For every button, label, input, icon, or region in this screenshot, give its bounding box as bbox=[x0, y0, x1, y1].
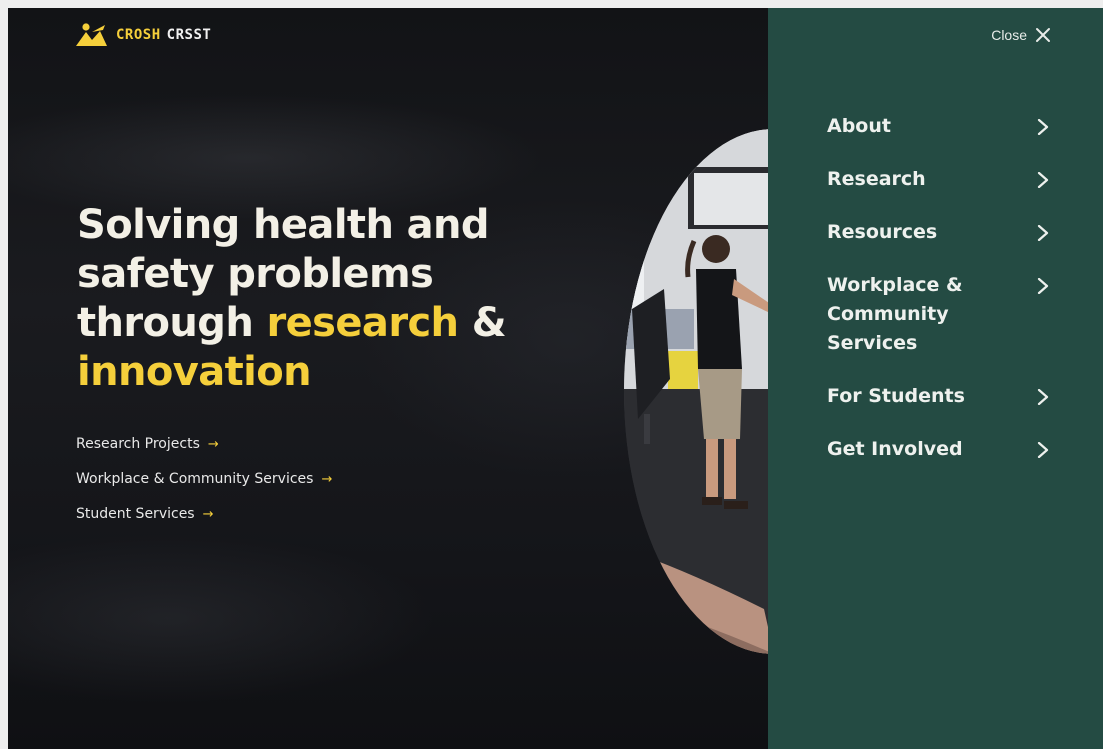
navigation-menu-panel: Close About Research Resources Workplace… bbox=[768, 8, 1103, 749]
headline-highlight-research: research bbox=[266, 300, 460, 346]
menu-item-label: About bbox=[827, 115, 891, 137]
logo-crosh-text: CROSH bbox=[116, 27, 161, 43]
hero-section: CROSH CRSST Solving health and safety pro… bbox=[8, 8, 924, 749]
hero-link-workplace-community-services[interactable]: Workplace & Community Services → bbox=[76, 469, 332, 489]
hero-link-student-services[interactable]: Student Services → bbox=[76, 504, 332, 524]
menu-item-resources[interactable]: Resources bbox=[827, 218, 1049, 247]
site-logo[interactable]: CROSH CRSST bbox=[74, 22, 211, 48]
chevron-right-icon bbox=[1037, 172, 1049, 188]
arrow-right-icon: → bbox=[202, 506, 214, 522]
hero-headline: Solving health and safety problems throu… bbox=[77, 201, 537, 397]
page: CROSH CRSST Solving health and safety pro… bbox=[8, 8, 1103, 749]
arrow-right-icon: → bbox=[207, 436, 219, 452]
menu-item-get-involved[interactable]: Get Involved bbox=[827, 435, 1049, 464]
logo-wordmark: CROSH CRSST bbox=[116, 27, 211, 43]
menu-item-label: Get Involved bbox=[827, 438, 963, 460]
menu-item-label: Workplace & Community Services bbox=[827, 274, 963, 354]
headline-line-3-end: & bbox=[458, 300, 507, 346]
hero-quick-links: Research Projects → Workplace & Communit… bbox=[76, 434, 332, 539]
hero-link-research-projects[interactable]: Research Projects → bbox=[76, 434, 332, 454]
hero-link-label: Research Projects bbox=[76, 436, 200, 452]
arrow-right-icon: → bbox=[321, 471, 333, 487]
close-label: Close bbox=[991, 27, 1027, 43]
chevron-right-icon bbox=[1037, 389, 1049, 405]
close-menu-button[interactable]: Close bbox=[991, 27, 1051, 43]
headline-line-3-start: through bbox=[77, 300, 267, 346]
menu-item-workplace-community-services[interactable]: Workplace & Community Services bbox=[827, 271, 1049, 358]
menu-item-about[interactable]: About bbox=[827, 112, 1049, 141]
headline-highlight-innovation: innovation bbox=[77, 349, 312, 395]
logo-crsst-text: CRSST bbox=[166, 27, 212, 43]
hero-link-label: Student Services bbox=[76, 506, 195, 522]
menu-item-label: Resources bbox=[827, 221, 938, 243]
chevron-right-icon bbox=[1037, 442, 1049, 458]
main-menu: About Research Resources Workplace & Com… bbox=[827, 112, 1049, 488]
menu-item-for-students[interactable]: For Students bbox=[827, 382, 1049, 411]
chevron-right-icon bbox=[1037, 278, 1049, 294]
close-x-icon bbox=[1036, 28, 1050, 42]
hero-link-label: Workplace & Community Services bbox=[76, 471, 314, 487]
chevron-right-icon bbox=[1037, 119, 1049, 135]
menu-item-label: Research bbox=[827, 168, 926, 190]
menu-item-research[interactable]: Research bbox=[827, 165, 1049, 194]
menu-item-label: For Students bbox=[827, 385, 965, 407]
crosh-logo-icon bbox=[76, 23, 107, 46]
headline-line-2: safety problems bbox=[77, 251, 434, 297]
chevron-right-icon bbox=[1037, 225, 1049, 241]
headline-line-1: Solving health and bbox=[77, 202, 490, 248]
